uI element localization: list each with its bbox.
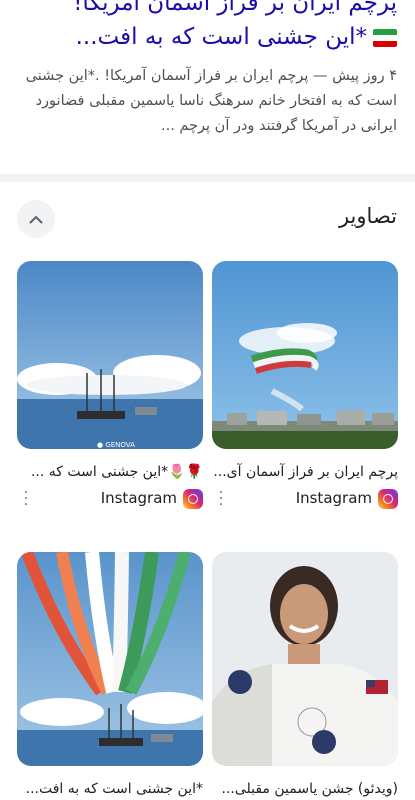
source-name[interactable]: Instagram [101,489,177,507]
flag-planes-image [212,261,398,449]
section-divider [0,174,415,182]
image-caption[interactable]: *این جشنی است که به افت... [17,779,203,799]
image-card-4[interactable]: *این جشنی است که به افت... [17,552,203,799]
result-title-link[interactable]: پرچم ایران بر فراز آسمان آمریکا! *این جش… [18,0,397,54]
sailing-ship-image: ● GENOVA [17,261,203,449]
collapse-images-button[interactable] [17,200,55,238]
images-section-header: تصاویر [0,196,415,244]
result-snippet: ۴ روز پیش — پرچم ایران بر فراز آسمان آمر… [25,68,397,134]
more-options-icon[interactable]: · · · [23,486,29,512]
iran-flag-icon [373,28,397,47]
result-title-line1[interactable]: پرچم ایران بر فراز آسمان آمریکا! [18,0,397,20]
image-thumbnail[interactable]: ● GENOVA [17,261,203,449]
instagram-icon [378,489,398,509]
instagram-icon [183,489,203,509]
search-result: پرچم ایران بر فراز آسمان آمریکا! *این جش… [0,0,415,160]
astronaut-portrait-image [212,552,398,766]
image-caption[interactable]: پرچم ایران بر فراز آسمان آی... [212,462,398,482]
chevron-up-icon [29,215,43,224]
result-title-line2[interactable]: *این جشنی است که به افت... [18,20,397,54]
image-card-1[interactable]: پرچم ایران بر فراز آسمان آی... Instagram… [212,261,398,512]
image-thumbnail[interactable] [17,552,203,766]
images-section-title: تصاویر [338,204,397,228]
image-caption[interactable]: 🌹🌷*این جشنی است که ... [17,462,203,482]
result-title-line2-text[interactable]: *این جشنی است که به افت... [76,24,367,50]
image-thumbnail[interactable] [212,261,398,449]
image-source[interactable]: Instagram · · · [17,486,203,512]
image-caption[interactable]: (ویدئو) جشن یاسمین مقبلی... [212,779,398,799]
image-card-2[interactable]: ● GENOVA 🌹🌷*این جشنی است که ... Instagra… [17,261,203,512]
image-source[interactable]: Instagram · · · [212,486,398,512]
source-name[interactable]: Instagram [296,489,372,507]
image-thumbnail[interactable] [212,552,398,766]
more-options-icon[interactable]: · · · [218,486,224,512]
ship-smoke-trails-image [17,552,203,766]
svg-text:● GENOVA: ● GENOVA [97,441,135,449]
image-card-3[interactable]: (ویدئو) جشن یاسمین مقبلی... [212,552,398,799]
